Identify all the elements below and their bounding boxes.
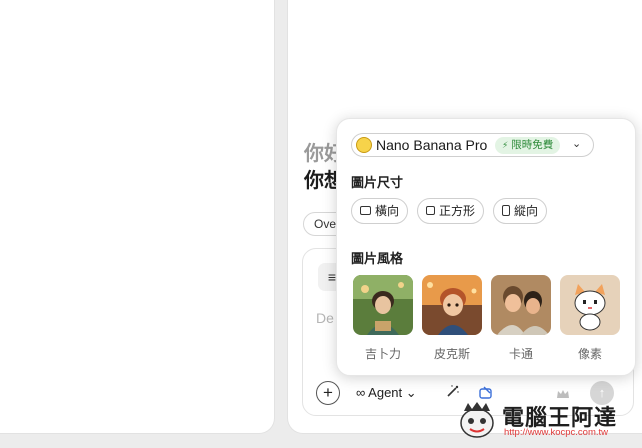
left-panel	[0, 0, 275, 434]
free-badge: ⚡ 限時免費	[495, 137, 561, 154]
size-portrait-label: 縱向	[514, 204, 539, 218]
style-pixel-thumbnail[interactable]	[560, 275, 620, 335]
bolt-icon: ⚡	[502, 140, 509, 150]
style-ghibli-thumbnail[interactable]	[353, 275, 413, 335]
watermark-logo-icon	[458, 401, 496, 439]
size-landscape-button[interactable]: 橫向	[351, 198, 409, 224]
style-section-title: 圖片風格	[351, 251, 404, 266]
style-cartoon-label: 卡通	[508, 347, 533, 361]
style-pixar-thumbnail[interactable]	[422, 275, 482, 335]
agent-mode-button[interactable]: ∞ Agent ⌄	[356, 385, 417, 401]
free-badge-label: 限時免費	[511, 139, 554, 151]
size-landscape-label: 橫向	[375, 204, 400, 218]
style-pixel-label: 像素	[577, 347, 602, 361]
chevron-down-icon[interactable]: ⌄	[572, 137, 581, 150]
watermark-url: http://www.kocpc.com.tw	[504, 427, 609, 438]
landscape-icon	[360, 206, 371, 216]
style-cartoon-thumbnail[interactable]	[491, 275, 551, 335]
size-section-title: 圖片尺寸	[351, 175, 404, 190]
banana-icon	[356, 137, 372, 153]
square-icon	[426, 206, 435, 216]
size-portrait-button[interactable]: 縱向	[493, 198, 548, 224]
style-pixar-label: 皮克斯	[433, 347, 470, 361]
style-ghibli-label: 吉卜力	[364, 347, 401, 361]
portrait-icon	[502, 205, 510, 217]
size-square-label: 正方形	[439, 204, 476, 218]
size-square-button[interactable]: 正方形	[417, 198, 485, 224]
add-button[interactable]: +	[316, 381, 340, 405]
model-name: Nano Banana Pro	[376, 137, 488, 153]
magic-wand-icon[interactable]	[446, 384, 460, 401]
